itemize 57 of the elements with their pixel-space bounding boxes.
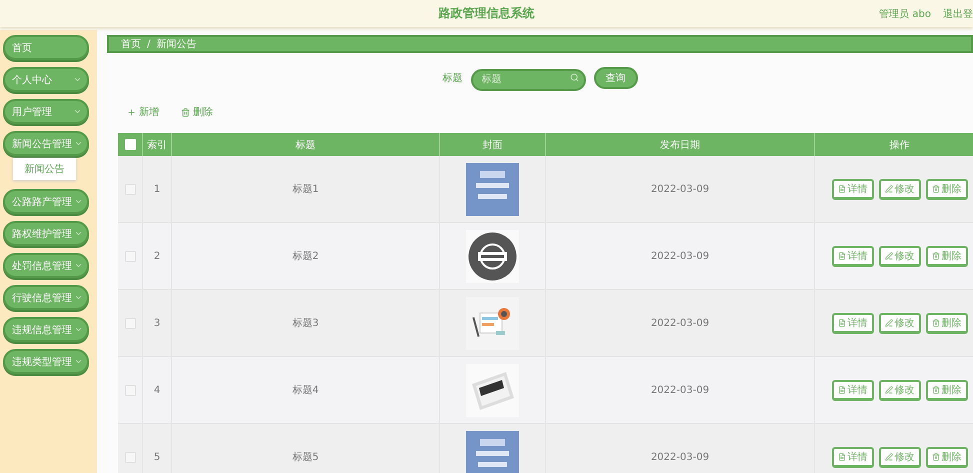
sidebar-item[interactable]: 行驶信息管理: [3, 285, 89, 310]
delete-button[interactable]: 删除: [926, 380, 968, 400]
detail-button[interactable]: 详情: [832, 380, 874, 400]
edit-button[interactable]: 修改: [878, 380, 920, 400]
table-cell: 2022-03-09: [546, 290, 815, 357]
delete-button[interactable]: 删除: [926, 446, 968, 468]
column-header: 索引: [143, 133, 172, 156]
detail-button[interactable]: 详情: [832, 178, 874, 200]
table-cell: 标题5: [172, 424, 440, 473]
logout-link[interactable]: 退出登: [943, 6, 973, 20]
table-cell: 5: [143, 424, 172, 473]
submenu-item[interactable]: 新闻公告: [13, 158, 76, 180]
sidebar-item[interactable]: 处罚信息管理: [3, 253, 89, 278]
table-cell: 2022-03-09: [546, 357, 815, 424]
sidebar-item[interactable]: 个人中心: [3, 67, 89, 92]
breadcrumb-item: /: [147, 38, 150, 50]
app-title: 路政管理信息系统: [438, 5, 534, 22]
column-header: 发布日期: [546, 133, 815, 156]
table-cell: 1: [143, 156, 172, 223]
edit-button[interactable]: 修改: [878, 446, 920, 468]
table-cell: 标题4: [172, 357, 440, 424]
delete-button[interactable]: 删除: [926, 312, 968, 334]
column-header: 封面: [440, 133, 546, 156]
table-cell: 4: [143, 357, 172, 424]
table-cell: 2022-03-09: [546, 156, 815, 223]
sidebar-item[interactable]: 路权维护管理: [3, 221, 89, 246]
sidebar-item[interactable]: 违规类型管理: [3, 349, 89, 374]
table-cell: 标题2: [172, 223, 440, 290]
sidebar-item[interactable]: 首页: [3, 35, 89, 60]
detail-button[interactable]: 详情: [832, 312, 874, 334]
breadcrumb-item[interactable]: 新闻公告: [156, 37, 196, 51]
column-header: 标题: [172, 133, 440, 156]
edit-button[interactable]: 修改: [878, 178, 920, 200]
edit-button[interactable]: 修改: [878, 312, 920, 334]
sidebar-item[interactable]: 新闻公告管理: [3, 131, 89, 156]
sidebar-item[interactable]: 公路路产管理: [3, 189, 89, 214]
table-cell: 2: [143, 223, 172, 290]
search-field[interactable]: 标题: [470, 68, 586, 90]
sidebar-item[interactable]: 用户管理: [3, 99, 89, 124]
column-header: 操作: [815, 133, 973, 156]
table-cell: 3: [143, 290, 172, 357]
edit-button[interactable]: 修改: [878, 246, 920, 266]
breadcrumb-item[interactable]: 首页: [121, 37, 141, 51]
table-cell: 2022-03-09: [546, 223, 815, 290]
sidebar-item[interactable]: 违规信息管理: [3, 317, 89, 342]
table-cell: 标题3: [172, 290, 440, 357]
search-label: 标题: [442, 72, 462, 85]
detail-button[interactable]: 详情: [832, 446, 874, 468]
table-cell: 2022-03-09: [546, 424, 815, 473]
query-button[interactable]: 查询: [594, 67, 638, 89]
user-name: 管理员 abo: [879, 8, 931, 20]
delete-button[interactable]: 删除: [179, 103, 215, 121]
detail-button[interactable]: 详情: [832, 246, 874, 266]
delete-button[interactable]: 删除: [926, 178, 968, 200]
add-button[interactable]: 新增: [125, 103, 161, 121]
delete-button[interactable]: 删除: [926, 246, 968, 266]
table-cell: 标题1: [172, 156, 440, 223]
